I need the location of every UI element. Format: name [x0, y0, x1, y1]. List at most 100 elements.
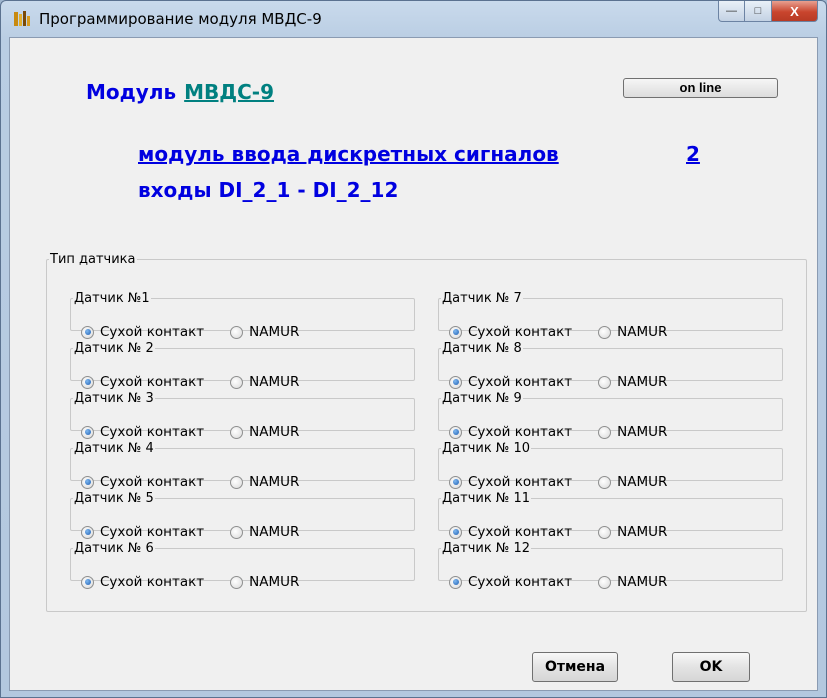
namur-label: NAMUR	[617, 424, 668, 440]
namur-option[interactable]: NAMUR	[598, 474, 667, 490]
dry-contact-label: Сухой контакт	[100, 374, 205, 390]
maximize-icon: □	[754, 5, 762, 17]
namur-option[interactable]: NAMUR	[230, 474, 299, 490]
sensor-group-5: Датчик № 5 Сухой контакт NAMUR	[70, 491, 415, 540]
namur-radio[interactable]	[598, 525, 612, 539]
namur-option[interactable]: NAMUR	[230, 574, 299, 590]
module-heading: Модуль МВДС-9	[86, 80, 274, 104]
namur-label: NAMUR	[249, 424, 300, 440]
sensor-group-6: Датчик № 6 Сухой контакт NAMUR	[70, 541, 415, 590]
module-number-link[interactable]: 2	[686, 142, 700, 166]
sensor-label: Датчик №1	[74, 291, 150, 306]
namur-radio[interactable]	[230, 525, 244, 539]
dry-contact-radio[interactable]	[81, 525, 94, 539]
dialog-client-area: Модуль МВДС-9 on line модуль ввода дискре…	[9, 37, 818, 691]
sensor-group-12: Датчик № 12 Сухой контакт NAMUR	[438, 541, 783, 590]
module-app-icon	[14, 11, 30, 26]
dry-contact-option[interactable]: Сухой контакт	[81, 424, 204, 440]
dry-contact-option[interactable]: Сухой контакт	[81, 324, 204, 340]
dry-contact-radio[interactable]	[81, 325, 94, 339]
sensor-options: Сухой контакт NAMUR	[81, 474, 299, 490]
maximize-button[interactable]: □	[745, 1, 772, 22]
namur-option[interactable]: NAMUR	[598, 524, 667, 540]
close-button[interactable]: X	[772, 1, 818, 22]
sensor-group-7: Датчик № 7 Сухой контакт NAMUR	[438, 291, 783, 340]
dry-contact-option[interactable]: Сухой контакт	[81, 374, 204, 390]
dry-contact-label: Сухой контакт	[100, 574, 205, 590]
namur-radio[interactable]	[230, 325, 244, 339]
sensor-options: Сухой контакт NAMUR	[81, 374, 299, 390]
cancel-button[interactable]: Отмена	[532, 652, 618, 682]
minimize-icon: —	[726, 5, 737, 17]
dry-contact-radio[interactable]	[449, 325, 462, 339]
sensor-group-3: Датчик № 3 Сухой контакт NAMUR	[70, 391, 415, 440]
dry-contact-radio[interactable]	[449, 425, 462, 439]
sensor-options: Сухой контакт NAMUR	[81, 324, 299, 340]
dry-contact-option[interactable]: Сухой контакт	[81, 524, 204, 540]
dry-contact-option[interactable]: Сухой контакт	[81, 574, 204, 590]
dry-contact-option[interactable]: Сухой контакт	[449, 324, 572, 340]
namur-radio[interactable]	[598, 375, 612, 389]
namur-radio[interactable]	[598, 475, 612, 489]
namur-option[interactable]: NAMUR	[230, 374, 299, 390]
namur-option[interactable]: NAMUR	[230, 524, 299, 540]
dry-contact-radio[interactable]	[81, 575, 94, 589]
dry-contact-option[interactable]: Сухой контакт	[449, 574, 572, 590]
minimize-button[interactable]: —	[718, 1, 745, 22]
sensor-group-10: Датчик № 10 Сухой контакт NAMUR	[438, 441, 783, 490]
sensor-options: Сухой контакт NAMUR	[449, 574, 667, 590]
dry-contact-radio[interactable]	[81, 375, 94, 389]
namur-option[interactable]: NAMUR	[598, 574, 667, 590]
dry-contact-option[interactable]: Сухой контакт	[449, 374, 572, 390]
namur-label: NAMUR	[617, 374, 668, 390]
ok-button[interactable]: OK	[672, 652, 750, 682]
dry-contact-radio[interactable]	[449, 525, 462, 539]
sensor-options: Сухой контакт NAMUR	[81, 524, 299, 540]
namur-radio[interactable]	[598, 325, 612, 339]
title-bar[interactable]: Программирование модуля МВДС-9 — □ X	[1, 1, 826, 37]
namur-radio[interactable]	[230, 475, 244, 489]
dry-contact-label: Сухой контакт	[468, 424, 573, 440]
sensor-group-2: Датчик № 2 Сухой контакт NAMUR	[70, 341, 415, 390]
dry-contact-option[interactable]: Сухой контакт	[449, 524, 572, 540]
online-button[interactable]: on line	[623, 78, 778, 98]
caption-buttons: — □ X	[718, 1, 818, 23]
namur-radio[interactable]	[230, 375, 244, 389]
namur-radio[interactable]	[230, 425, 244, 439]
module-name-link[interactable]: МВДС-9	[184, 80, 274, 104]
namur-option[interactable]: NAMUR	[598, 324, 667, 340]
namur-radio[interactable]	[230, 575, 244, 589]
sensor-type-legend: Тип датчика	[50, 252, 136, 267]
sensor-options: Сухой контакт NAMUR	[449, 524, 667, 540]
module-description-link[interactable]: модуль ввода дискретных сигналов	[138, 142, 559, 166]
sensor-label: Датчик № 11	[442, 491, 531, 506]
sensor-options: Сухой контакт NAMUR	[449, 374, 667, 390]
dry-contact-option[interactable]: Сухой контакт	[449, 474, 572, 490]
namur-option[interactable]: NAMUR	[230, 424, 299, 440]
dry-contact-radio[interactable]	[81, 425, 94, 439]
dry-contact-label: Сухой контакт	[468, 324, 573, 340]
namur-radio[interactable]	[598, 575, 612, 589]
dry-contact-radio[interactable]	[449, 475, 462, 489]
dry-contact-option[interactable]: Сухой контакт	[81, 474, 204, 490]
sensor-group-4: Датчик № 4 Сухой контакт NAMUR	[70, 441, 415, 490]
namur-radio[interactable]	[598, 425, 612, 439]
namur-label: NAMUR	[249, 524, 300, 540]
sensor-group-11: Датчик № 11 Сухой контакт NAMUR	[438, 491, 783, 540]
dry-contact-label: Сухой контакт	[100, 474, 205, 490]
dry-contact-radio[interactable]	[81, 475, 94, 489]
dry-contact-label: Сухой контакт	[468, 524, 573, 540]
namur-option[interactable]: NAMUR	[598, 424, 667, 440]
dry-contact-label: Сухой контакт	[468, 474, 573, 490]
sensor-options: Сухой контакт NAMUR	[449, 324, 667, 340]
sensor-label: Датчик № 4	[74, 441, 154, 456]
dry-contact-radio[interactable]	[449, 375, 462, 389]
namur-label: NAMUR	[617, 324, 668, 340]
namur-option[interactable]: NAMUR	[230, 324, 299, 340]
dry-contact-label: Сухой контакт	[100, 324, 205, 340]
dry-contact-radio[interactable]	[449, 575, 462, 589]
dry-contact-label: Сухой контакт	[468, 374, 573, 390]
sensor-label: Датчик № 3	[74, 391, 154, 406]
namur-option[interactable]: NAMUR	[598, 374, 667, 390]
dry-contact-option[interactable]: Сухой контакт	[449, 424, 572, 440]
